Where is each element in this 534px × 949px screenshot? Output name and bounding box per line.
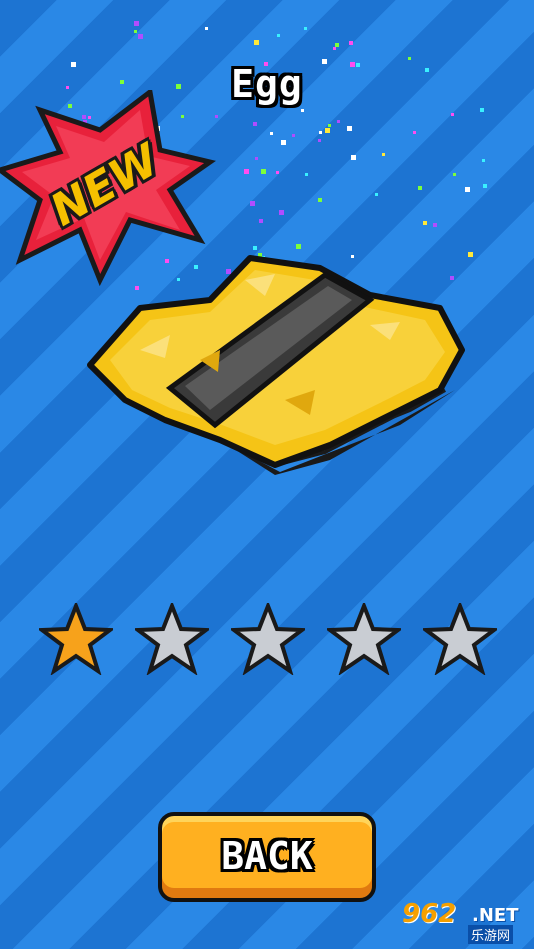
star-icon-5 <box>423 603 497 675</box>
watermark-domain: .NET <box>472 905 519 926</box>
confetti-particle <box>349 41 353 45</box>
confetti-particle <box>483 184 487 188</box>
confetti-particle <box>337 120 340 123</box>
watermark-brand: 962 <box>402 899 457 929</box>
confetti-particle <box>465 187 470 192</box>
item-detail-screen: Egg NEW BACK 962 .NET 乐游网 <box>0 0 534 949</box>
confetti-particle <box>413 131 416 134</box>
confetti-particle <box>134 30 137 33</box>
confetti-particle <box>351 155 356 160</box>
confetti-particle <box>325 128 330 133</box>
confetti-particle <box>255 157 258 160</box>
confetti-particle <box>254 40 259 45</box>
confetti-particle <box>277 34 280 37</box>
confetti-particle <box>270 132 273 135</box>
confetti-particle <box>281 140 286 145</box>
confetti-particle <box>333 47 336 50</box>
confetti-particle <box>408 57 411 60</box>
confetti-particle <box>250 201 255 206</box>
confetti-particle <box>433 223 437 227</box>
site-watermark: 962 .NET 乐游网 <box>392 897 532 945</box>
confetti-particle <box>138 34 143 39</box>
confetti-particle <box>244 169 249 174</box>
confetti-particle <box>301 109 304 112</box>
confetti-particle <box>328 124 331 127</box>
confetti-particle <box>205 27 208 30</box>
confetti-particle <box>261 169 266 174</box>
confetti-particle <box>451 113 454 116</box>
confetti-particle <box>480 108 484 112</box>
star-icon-1 <box>39 603 113 675</box>
star-icon-3 <box>231 603 305 675</box>
star-rating <box>0 603 534 675</box>
watermark-subtitle: 乐游网 <box>468 925 514 944</box>
confetti-particle <box>134 21 139 26</box>
confetti-particle <box>453 173 456 176</box>
confetti-particle <box>304 27 307 30</box>
confetti-particle <box>418 186 422 190</box>
confetti-particle <box>253 122 257 126</box>
confetti-particle <box>276 171 279 174</box>
confetti-particle <box>375 193 378 196</box>
confetti-particle <box>305 173 308 176</box>
confetti-particle <box>292 134 295 137</box>
confetti-particle <box>279 210 284 215</box>
confetti-particle <box>347 126 352 131</box>
back-button[interactable]: BACK <box>158 812 376 902</box>
confetti-particle <box>318 198 322 202</box>
confetti-particle <box>319 131 322 134</box>
confetti-particle <box>423 221 427 225</box>
confetti-particle <box>335 43 339 47</box>
confetti-particle <box>482 159 485 162</box>
star-icon-4 <box>327 603 401 675</box>
confetti-particle <box>259 219 263 223</box>
confetti-particle <box>382 153 385 156</box>
egg-sushi-icon <box>87 255 465 475</box>
back-button-label: BACK <box>221 834 313 878</box>
confetti-particle <box>318 139 321 142</box>
star-icon-2 <box>135 603 209 675</box>
